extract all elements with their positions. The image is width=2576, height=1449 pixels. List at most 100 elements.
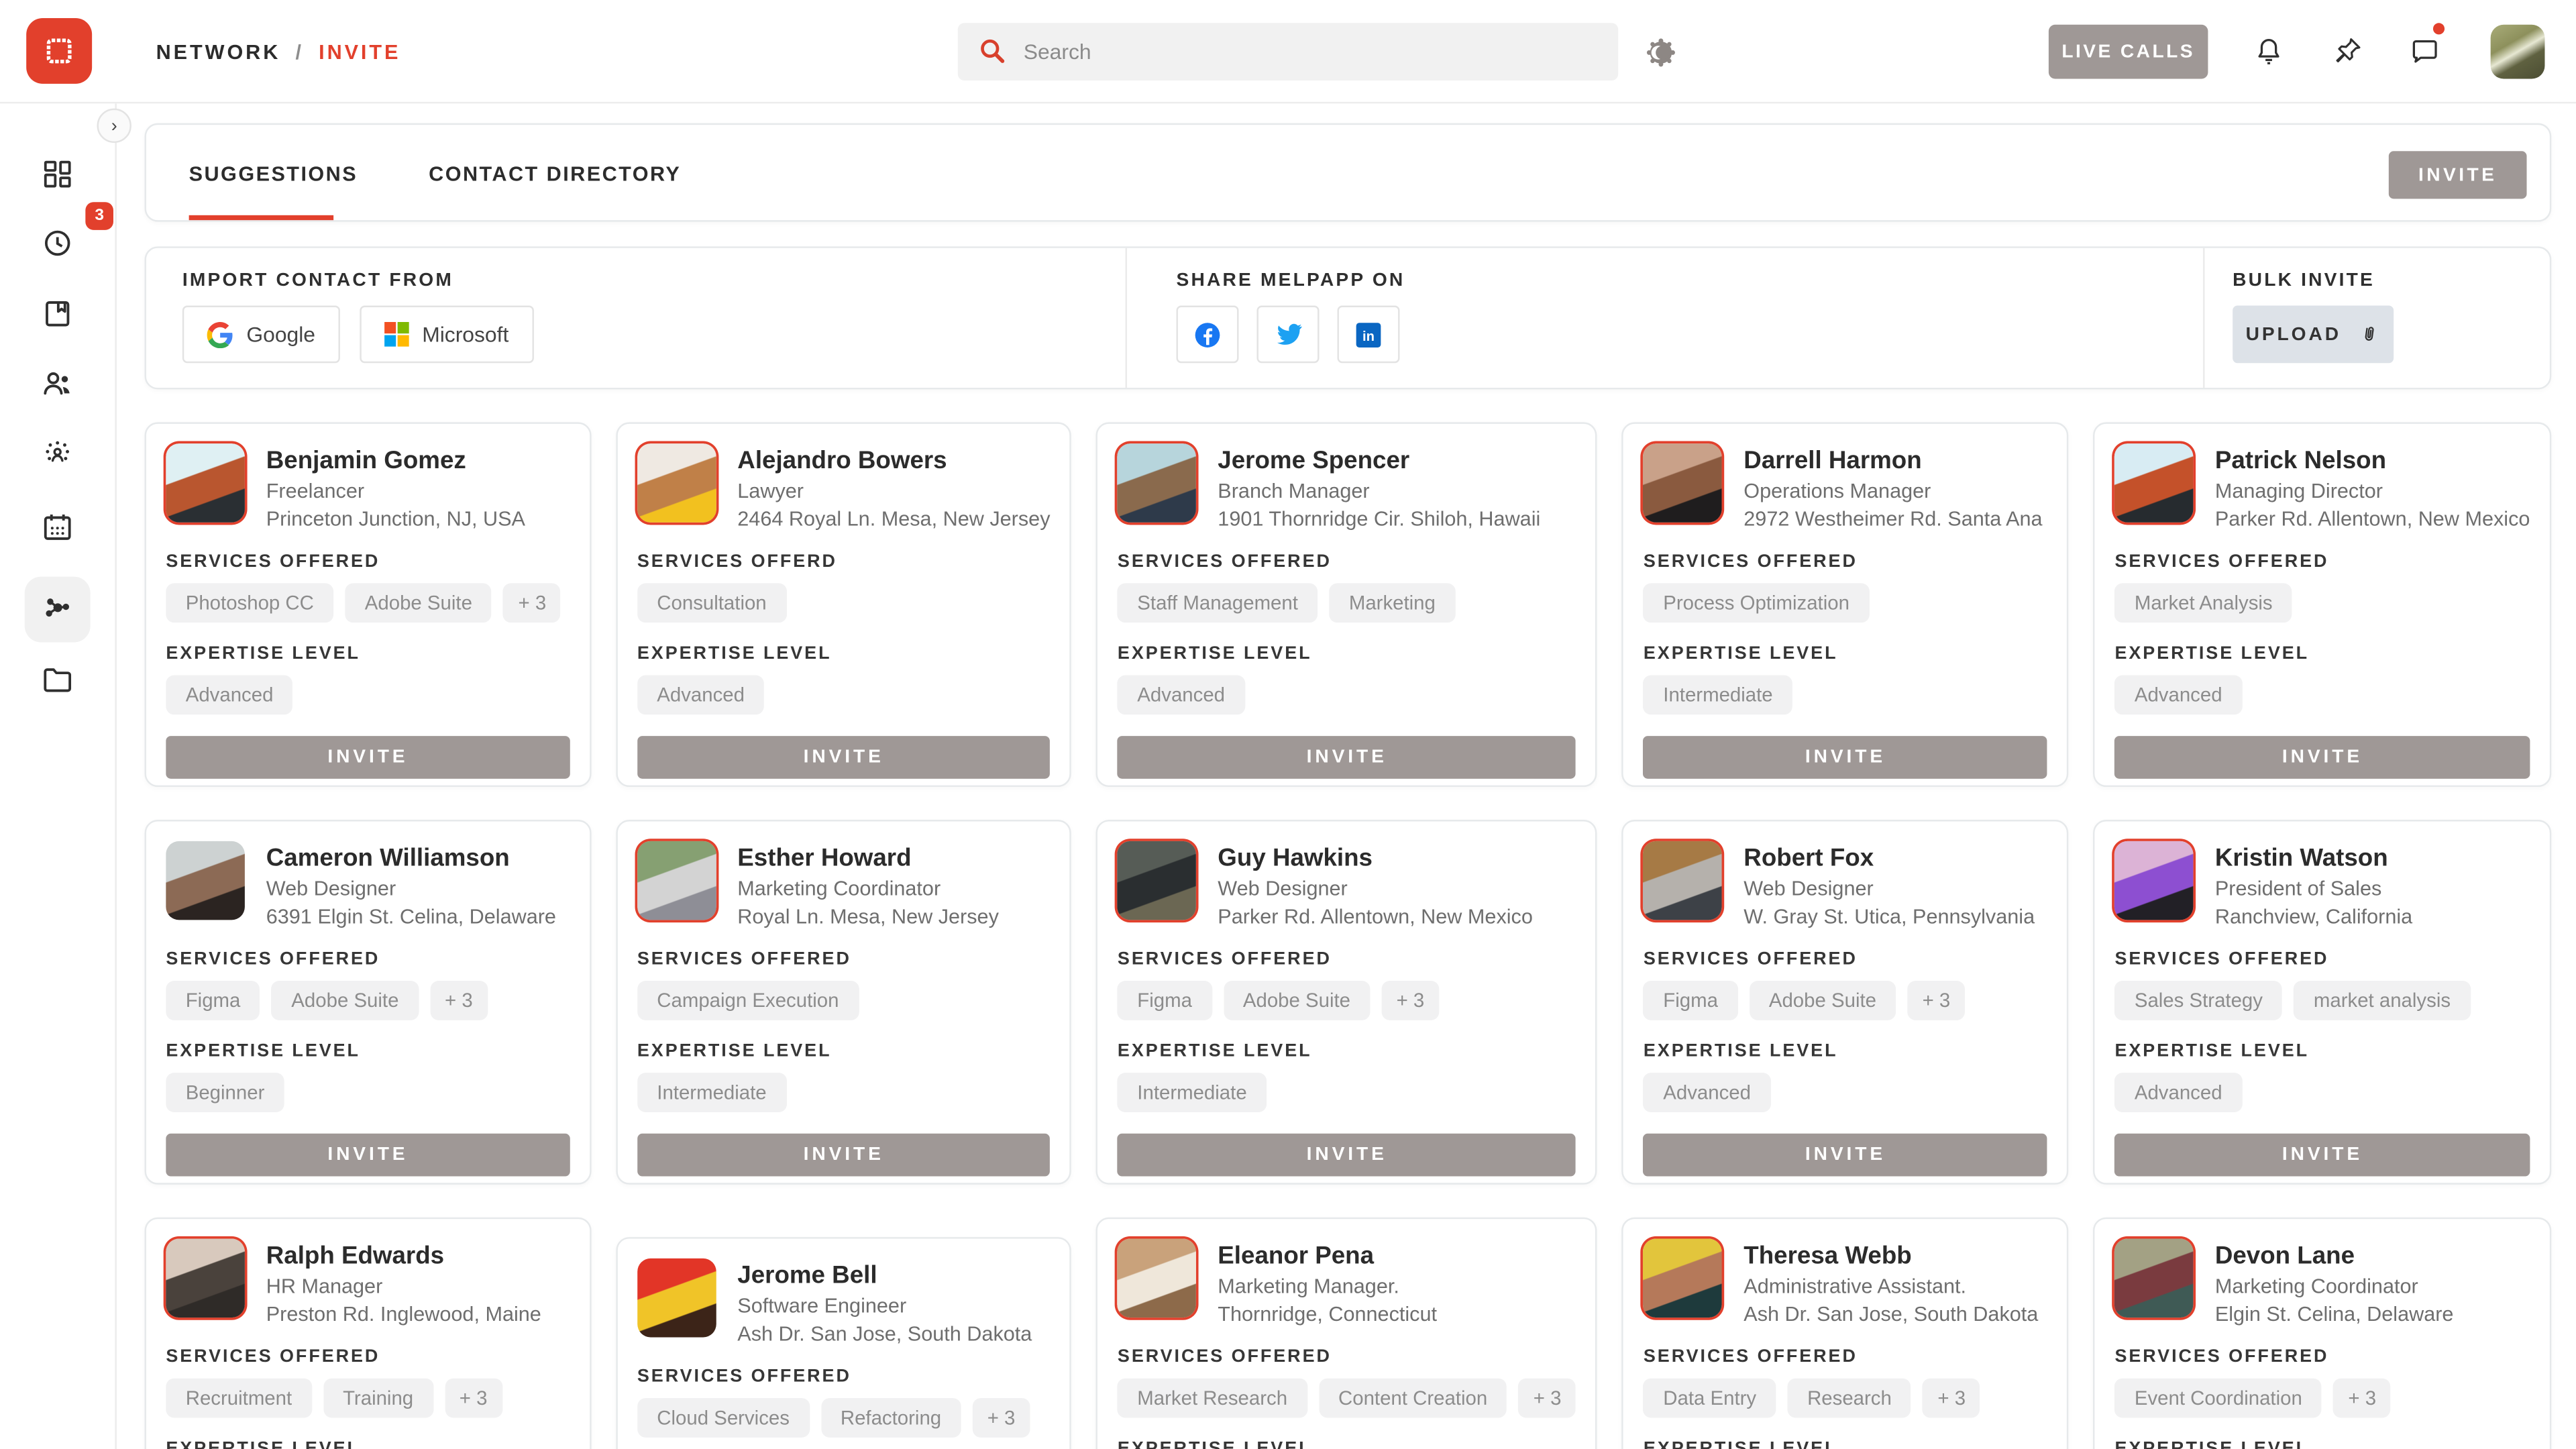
contact-name: Eleanor Pena [1218,1242,1437,1270]
contact-address: W. Gray St. Utica, Pennsylvania [1743,905,2035,928]
services-chips: Staff ManagementMarketing [1118,583,1576,623]
microsoft-label: Microsoft [422,322,508,347]
contact-role: Administrative Assistant. [1743,1275,2038,1297]
service-chip: Figma [1644,981,1737,1020]
more-services-chip: + 3 [445,1379,502,1418]
sidebar-item-files[interactable] [25,647,91,713]
expertise-chips: Intermediate [1644,676,2047,715]
contact-identity: Ralph Edwards HR Manager Preston Rd. Ing… [266,1239,541,1326]
service-chip: Event Coordination [2114,1379,2322,1418]
services-offered-label: SERVICES OFFERED [166,950,570,969]
contact-role: Marketing Coordinator [2215,1275,2454,1297]
import-contact-title: IMPORT CONTACT FROM [182,271,1126,290]
services-chips: FigmaAdobe Suite+ 3 [166,981,570,1020]
breadcrumb-section[interactable]: NETWORK [156,41,281,64]
sidebar-item-contacts[interactable] [25,350,91,416]
contact-role: HR Manager [266,1275,541,1297]
card-invite-button[interactable]: INVITE [637,1134,1051,1177]
bulk-invite-title: BULK INVITE [2233,271,2550,290]
contact-avatar [166,1239,245,1318]
expertise-level-label: EXPERTISE LEVEL [1118,1439,1576,1449]
contact-role: Marketing Coordinator [737,877,999,900]
contact-avatar [1118,841,1197,920]
contact-card: Darrell Harmon Operations Manager 2972 W… [1622,422,2069,787]
tab-contact-directory[interactable]: CONTACT DIRECTORY [429,125,681,223]
services-offered-label: SERVICES OFFERED [2114,950,2530,969]
contact-card: Kristin Watson President of Sales Ranchv… [2094,820,2552,1185]
sidebar-item-dashboard[interactable] [25,142,91,207]
expertise-chip: Advanced [1118,676,1244,715]
contact-card: Benjamin Gomez Freelancer Princeton Junc… [145,422,592,787]
contact-address: Ash Dr. San Jose, South Dakota [1743,1303,2038,1326]
contact-header: Devon Lane Marketing Coordinator Elgin S… [2114,1239,2530,1326]
contact-avatar [2114,443,2194,523]
search-input[interactable] [958,23,1618,80]
import-google-button[interactable]: Google [182,306,340,364]
chat-icon[interactable] [2408,34,2441,67]
sidebar-item-community[interactable] [25,421,91,486]
sidebar-item-recent[interactable]: 3 [25,210,91,276]
contact-name: Jerome Spencer [1218,447,1540,475]
card-invite-button[interactable]: INVITE [166,1134,570,1177]
card-invite-button[interactable]: INVITE [1644,1134,2047,1177]
contact-avatar [1644,443,1723,523]
pin-icon[interactable] [2331,34,2364,67]
contact-address: 6391 Elgin St. Celina, Delaware [266,905,556,928]
contact-name: Devon Lane [2215,1242,2454,1270]
card-invite-button[interactable]: INVITE [166,736,570,779]
more-services-chip: + 3 [2333,1379,2391,1418]
contact-card: Devon Lane Marketing Coordinator Elgin S… [2094,1218,2552,1449]
contact-address: Ranchview, California [2215,905,2412,928]
service-chip: Campaign Execution [637,981,859,1020]
notifications-bell-icon[interactable] [2253,34,2286,67]
contact-name: Robert Fox [1743,845,2035,873]
expertise-level-label: EXPERTISE LEVEL [1644,1439,2047,1449]
more-services-chip: + 3 [1923,1379,1980,1418]
bulk-upload-button[interactable]: UPLOAD [2233,306,2394,364]
tab-suggestions[interactable]: SUGGESTIONS [189,125,358,223]
services-offered-label: SERVICES OFFERED [2114,552,2530,572]
share-facebook-button[interactable] [1176,306,1238,364]
services-chips: Market ResearchContent Creation+ 3 [1118,1379,1576,1418]
contact-role: Lawyer [737,480,1050,502]
contact-name: Patrick Nelson [2215,447,2530,475]
theme-toggle-icon[interactable] [1644,36,1677,69]
services-chips: Market Analysis [2114,583,2530,623]
share-linkedin-button[interactable]: in [1337,306,1399,364]
card-invite-button[interactable]: INVITE [2114,736,2530,779]
contact-role: Web Designer [266,877,556,900]
sidebar-item-network[interactable] [25,577,91,643]
card-invite-button[interactable]: INVITE [637,736,1051,779]
share-section: SHARE MELPAPP ON [1126,248,2204,388]
contact-card: Alejandro Bowers Lawyer 2464 Royal Ln. M… [616,422,1071,787]
user-avatar[interactable] [2491,25,2545,79]
service-chip: Adobe Suite [272,981,419,1020]
card-invite-button[interactable]: INVITE [1644,736,2047,779]
sidebar-item-notes[interactable] [25,281,91,347]
contact-identity: Jerome Spencer Branch Manager 1901 Thorn… [1218,443,1540,531]
contacts-grid: Benjamin Gomez Freelancer Princeton Junc… [145,422,2552,1449]
expertise-chip: Advanced [637,676,764,715]
expertise-level-label: EXPERTISE LEVEL [1644,1042,2047,1061]
twitter-icon [1273,319,1304,350]
card-invite-button[interactable]: INVITE [1118,1134,1576,1177]
header-invite-button[interactable]: INVITE [2389,151,2527,199]
import-contact-section: IMPORT CONTACT FROM Google [146,248,1126,388]
more-services-chip: + 3 [430,981,488,1020]
sidebar-collapse-button[interactable]: › [97,109,131,143]
card-invite-button[interactable]: INVITE [1118,736,1576,779]
sidebar-item-calendar[interactable] [25,494,91,560]
contact-address: Elgin St. Celina, Delaware [2215,1303,2454,1326]
live-calls-button[interactable]: LIVE CALLS [2049,25,2208,79]
service-chip: Training [323,1379,433,1418]
services-offered-label: SERVICES OFFERED [166,552,570,572]
service-chip: Adobe Suite [1223,981,1370,1020]
expertise-chips: Intermediate [637,1073,1051,1112]
share-twitter-button[interactable] [1256,306,1319,364]
contact-avatar [1644,1239,1723,1318]
card-invite-button[interactable]: INVITE [2114,1134,2530,1177]
import-microsoft-button[interactable]: Microsoft [360,306,533,364]
breadcrumb-page: INVITE [319,41,400,64]
services-chips: Campaign Execution [637,981,1051,1020]
app-logo-icon[interactable] [26,18,92,84]
